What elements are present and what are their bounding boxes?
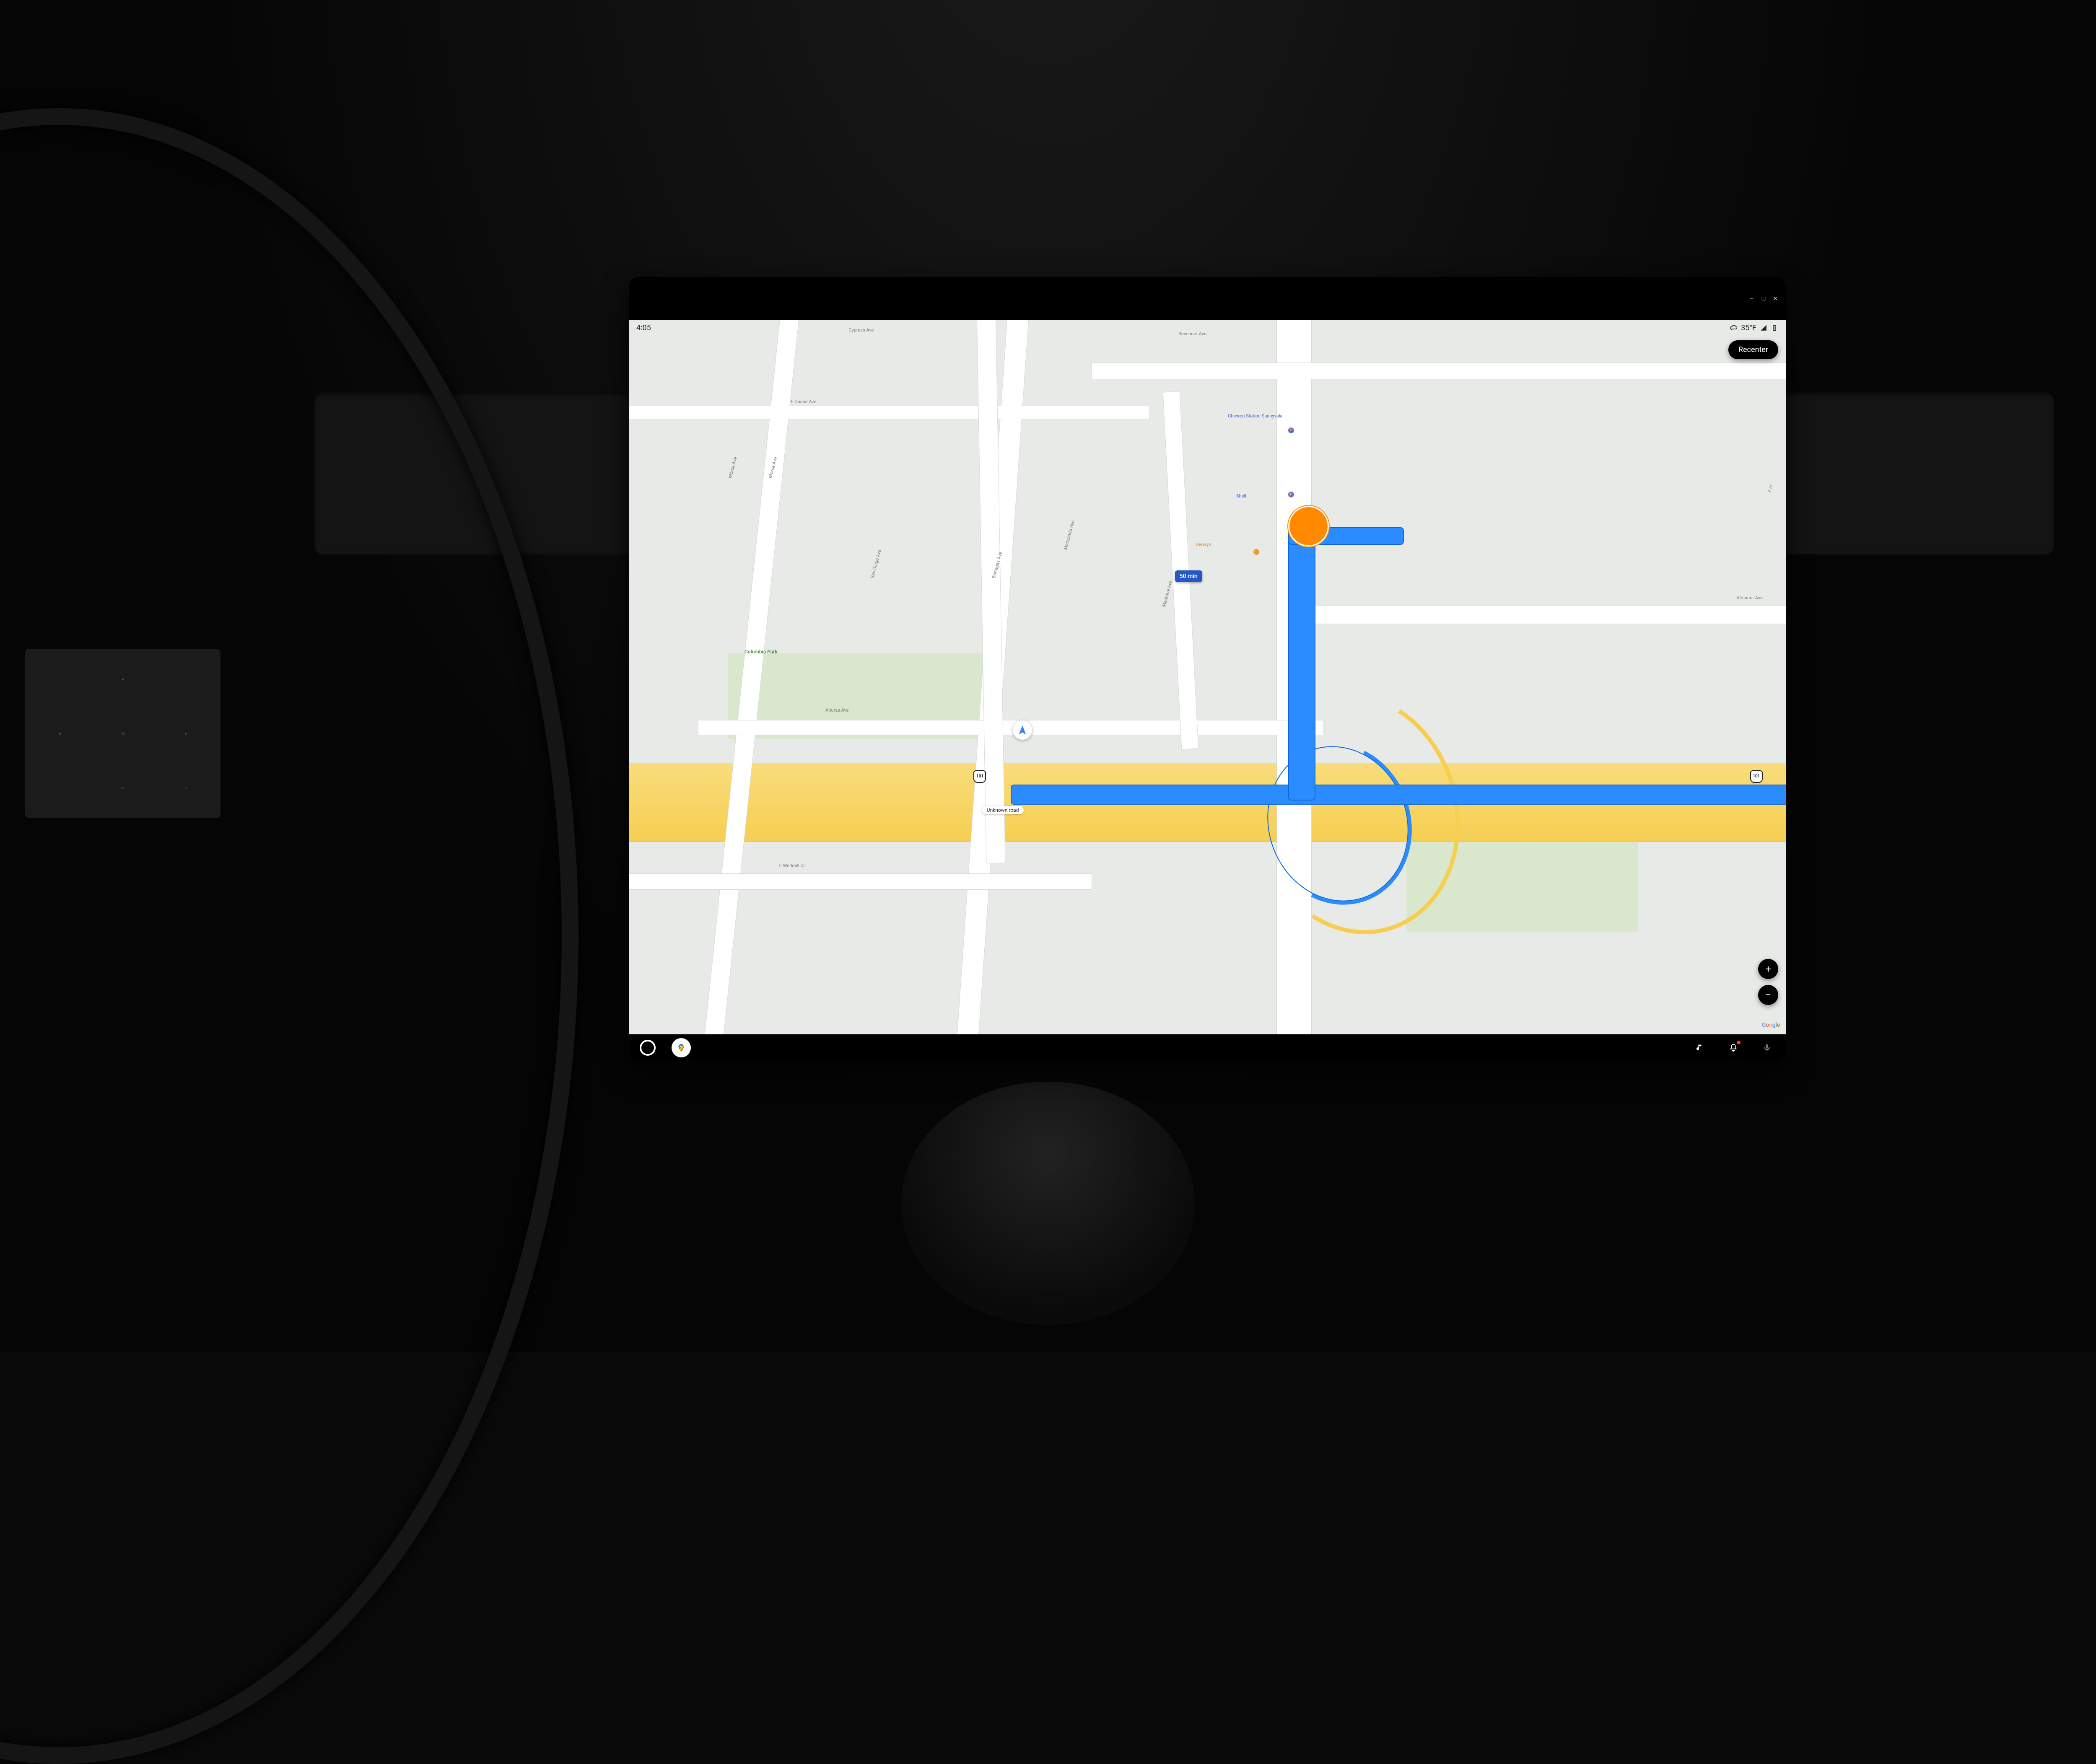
street-label-east-ave: Ave — [1767, 484, 1774, 493]
poi-food-dennys-icon[interactable]: 🍴 — [1253, 549, 1259, 555]
route-segment-highway — [1011, 785, 1786, 805]
street-label-san-diego: San Diego Ave — [869, 549, 882, 579]
route-destination-marker — [1288, 506, 1329, 547]
poi-gas-chevron-icon[interactable]: ⛽ — [1288, 427, 1294, 433]
steering-wheel — [0, 108, 578, 1764]
window-minimize-button[interactable]: – — [1749, 296, 1755, 302]
window-close-button[interactable]: ✕ — [1772, 296, 1778, 302]
eta-chip[interactable]: 50 min — [1175, 570, 1202, 582]
street-label-madrone: Madrone Ave — [1161, 580, 1173, 608]
route-segment-north — [1288, 527, 1315, 800]
poi-label-chevron: Chevron Station Sunnyvale — [1167, 413, 1282, 419]
current-location-label: Unknown road — [982, 806, 1024, 814]
google-maps-app-button[interactable] — [672, 1038, 691, 1057]
system-navbar — [629, 1034, 1786, 1061]
street-label-e-duane: E Duane Ave — [791, 399, 816, 404]
bell-icon — [1729, 1043, 1738, 1052]
park-label-columbia: Columbia Park — [744, 649, 778, 655]
google-watermark: Google — [1762, 1022, 1780, 1028]
wheel-down-button[interactable]: ▼ — [92, 762, 153, 814]
road-almanor — [1300, 606, 1786, 624]
street-label-beechnut: Beechnut Ave — [1178, 331, 1206, 337]
mic-icon — [1762, 1043, 1772, 1052]
street-label-alturas: Alturas Ave — [825, 707, 848, 713]
road-e-weddell — [629, 874, 1092, 889]
notifications-button[interactable] — [1724, 1038, 1743, 1057]
street-label-e-weddell: E Weddell Dr — [779, 863, 805, 868]
wheel-right-button[interactable]: ▶ — [156, 707, 217, 760]
recenter-button[interactable]: Recenter — [1728, 340, 1778, 359]
google-maps-icon — [677, 1043, 686, 1052]
street-label-cypress: Cypress Ave — [848, 327, 874, 333]
road-e-duane — [629, 406, 1149, 419]
current-location-marker[interactable] — [1013, 720, 1032, 740]
steering-wheel-controls: ▲ ◀ OK ▶ ▼ ✆ — [25, 649, 220, 818]
navigation-arrow-icon — [1017, 725, 1028, 736]
emulator-titlebar: – □ ✕ — [629, 277, 1786, 320]
road-beechnut — [1092, 363, 1786, 378]
display-mount-stalk — [901, 1082, 1195, 1325]
highway-shield-101-west: 101 — [973, 770, 986, 783]
street-label-morse: Morse Ave — [727, 456, 738, 479]
street-label-manzanita: Manzanita Ave — [1063, 520, 1076, 550]
music-app-button[interactable] — [1690, 1038, 1709, 1057]
wheel-phone-button[interactable]: ✆ — [156, 762, 217, 814]
launcher-ring-icon — [640, 1040, 656, 1056]
notification-badge — [1737, 1041, 1741, 1044]
display-area: 101 101 Morse Ave Morse Ave Cypress Ave … — [629, 320, 1786, 1034]
poi-label-shell: Shell — [1236, 493, 1246, 499]
wheel-left-button[interactable]: ◀ — [29, 707, 90, 760]
road-morse — [685, 320, 800, 1034]
voice-assistant-button[interactable] — [1757, 1038, 1777, 1057]
highway-shield-101-east: 101 — [1750, 770, 1763, 783]
window-maximize-button[interactable]: □ — [1761, 296, 1767, 302]
map-canvas[interactable]: 101 101 Morse Ave Morse Ave Cypress Ave … — [629, 320, 1786, 1034]
wheel-ok-button[interactable]: OK — [92, 707, 153, 760]
infotainment-screen: – □ ✕ 101 101 — [629, 277, 1786, 1061]
street-label-almanor: Almanor Ave — [1737, 595, 1763, 601]
wheel-up-button[interactable]: ▲ — [92, 652, 153, 705]
poi-label-dennys: Denny's — [1196, 542, 1211, 547]
app-launcher-button[interactable] — [638, 1038, 657, 1057]
road-alturas — [698, 720, 1323, 735]
music-note-icon — [1695, 1043, 1704, 1052]
